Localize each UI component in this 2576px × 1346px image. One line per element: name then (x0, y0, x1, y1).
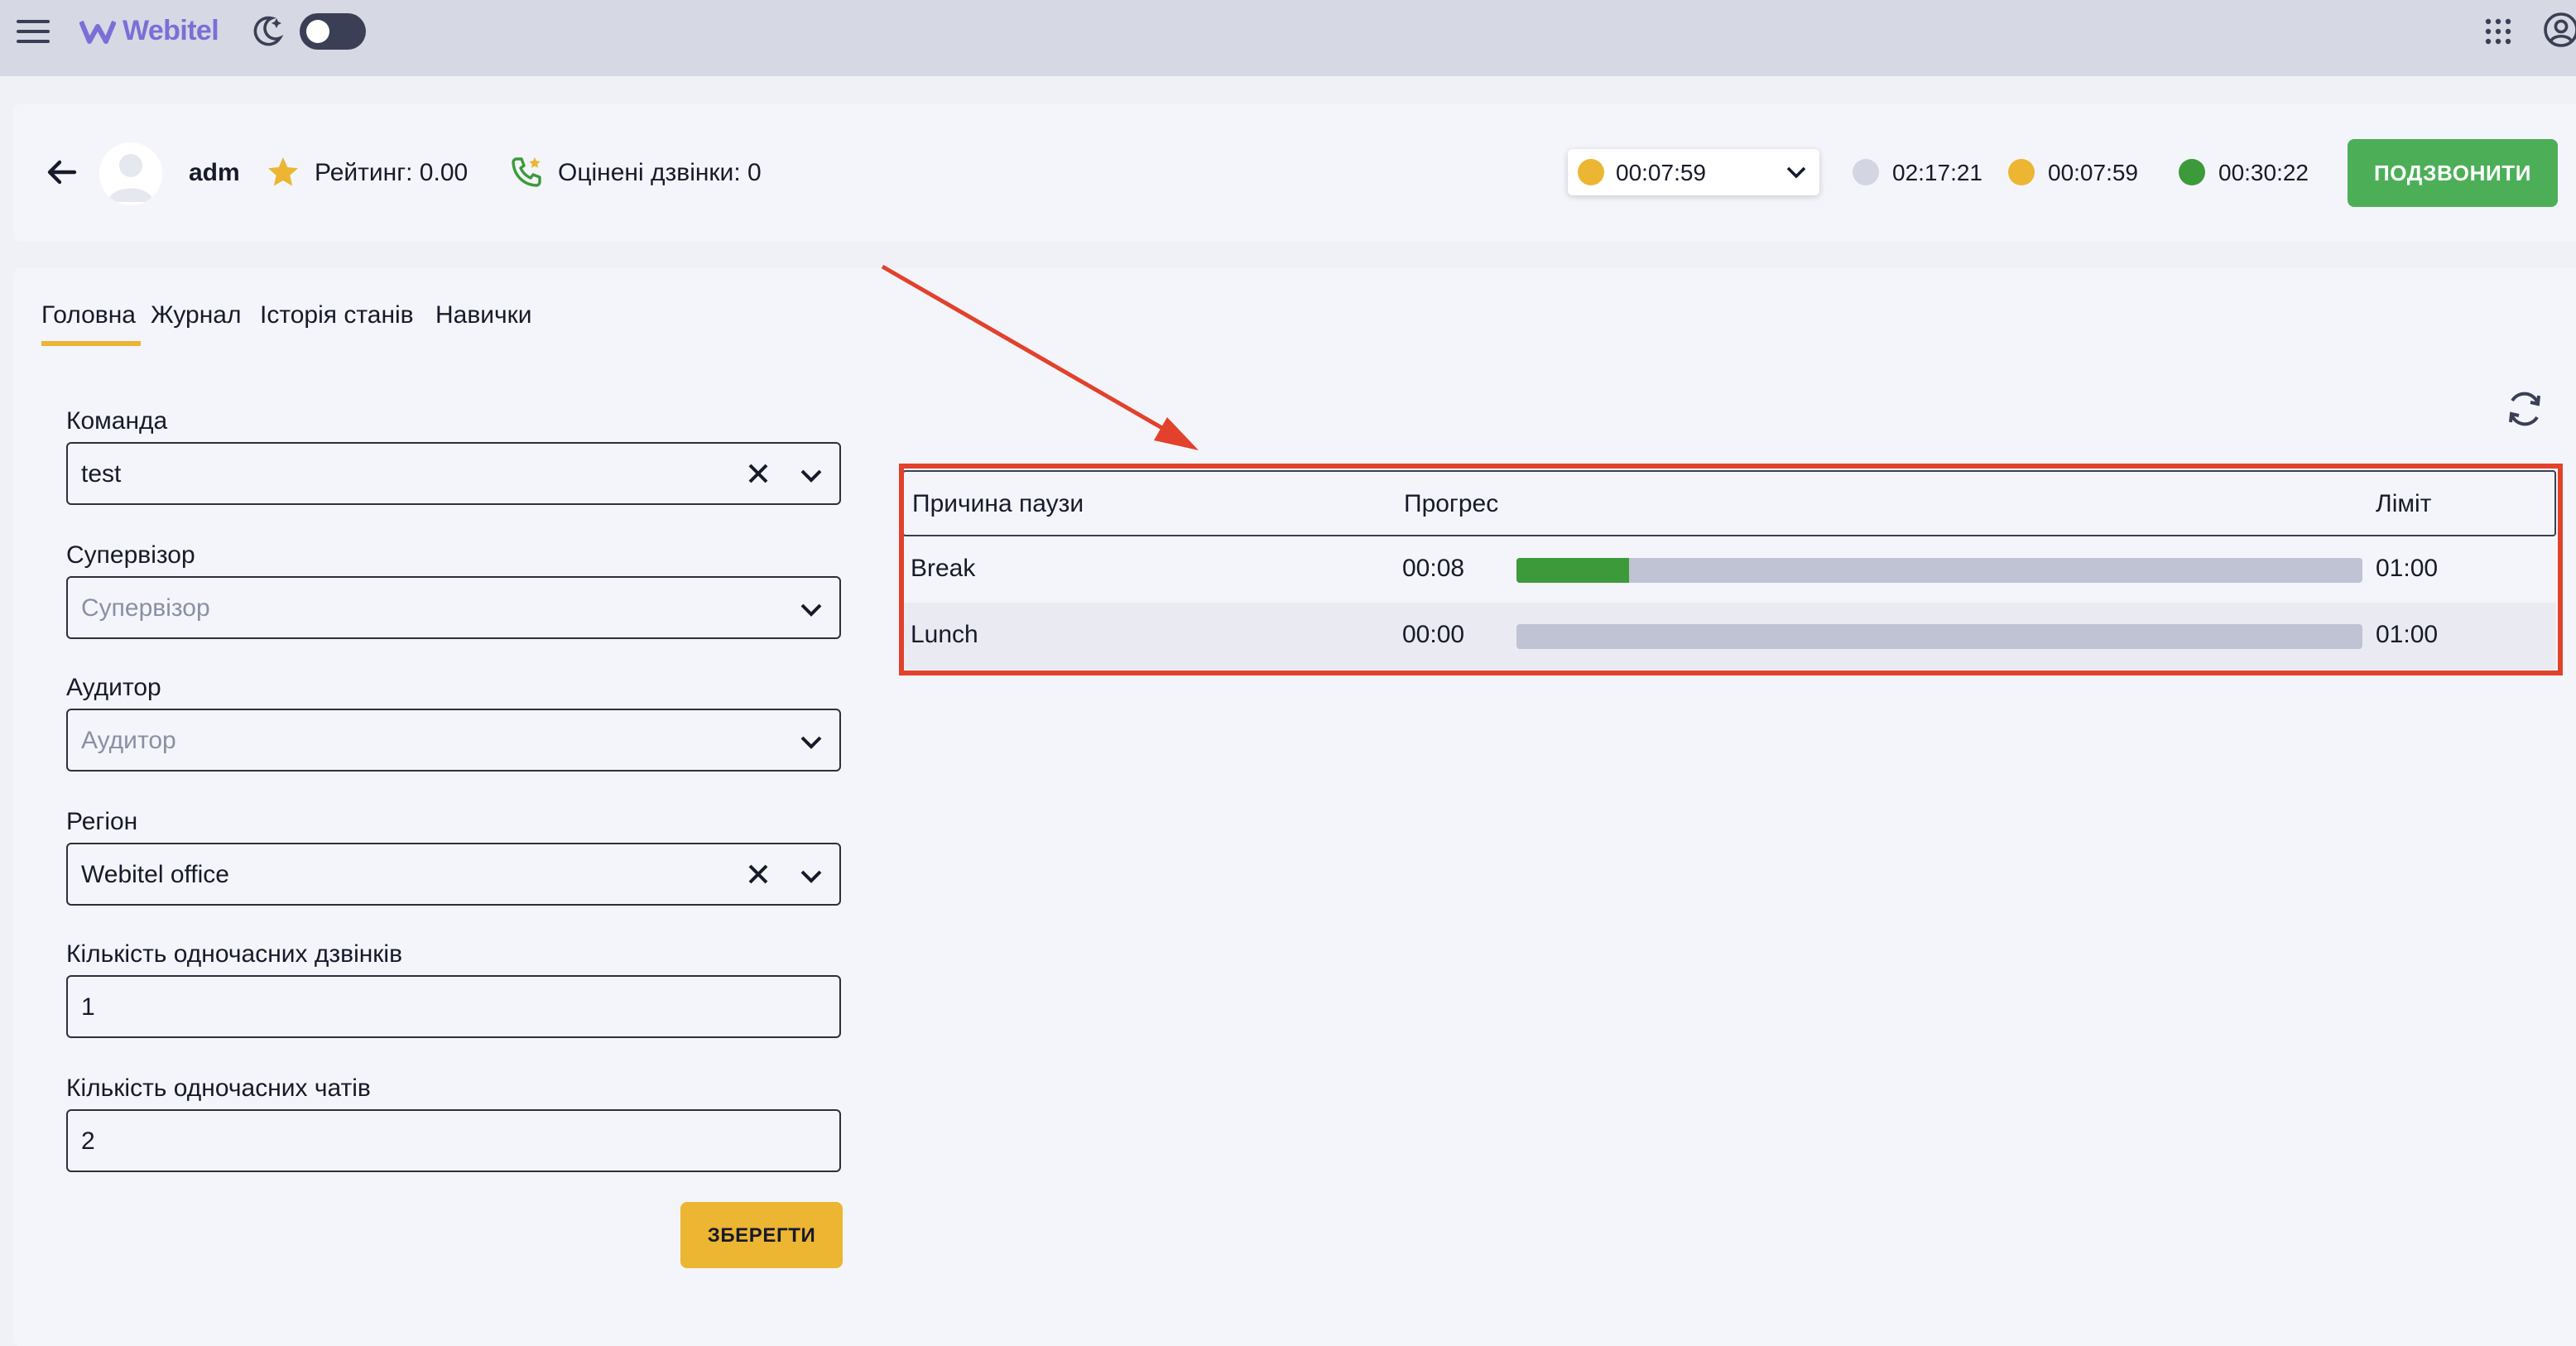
theme-toggle[interactable] (300, 13, 366, 50)
table-header: Причина паузи Прогрес Ліміт (902, 470, 2556, 536)
top-bar: Webitel (0, 0, 2576, 76)
star-icon (268, 157, 298, 186)
supervisor-select[interactable]: Супервізор (66, 576, 841, 639)
supervisor-placeholder: Супервізор (81, 594, 210, 623)
moon-icon (253, 16, 284, 46)
avatar-placeholder-icon (108, 154, 154, 202)
avatar (99, 142, 162, 205)
apps-grid-icon[interactable] (2483, 17, 2513, 46)
user-account-icon[interactable] (2543, 12, 2576, 48)
call-button[interactable]: ПОДЗВОНИТИ (2348, 139, 2558, 207)
auditor-label: Аудитор (66, 674, 161, 702)
logo-text: Webitel (123, 15, 219, 46)
team-select[interactable]: test (66, 442, 841, 505)
refresh-icon[interactable] (2503, 387, 2546, 430)
pause-reason: Lunch (911, 621, 978, 649)
status-value: 00:07:59 (1616, 159, 1706, 185)
status-select[interactable]: 00:07:59 (1568, 149, 1819, 195)
status-dot (1578, 159, 1604, 185)
pause-progress-bar (1516, 624, 2362, 649)
region-select[interactable]: Webitel office (66, 843, 841, 906)
pause-limit: 01:00 (2376, 555, 2439, 583)
chevron-down-icon[interactable] (796, 861, 826, 891)
active-tab-indicator (41, 341, 141, 346)
rating-label: Рейтинг: 0.00 (315, 159, 469, 187)
header-limit: Ліміт (2376, 490, 2432, 518)
clear-icon[interactable] (745, 460, 771, 487)
tab-skills[interactable]: Навички (435, 301, 532, 329)
clear-icon[interactable] (745, 861, 771, 887)
offline-timer: 02:17:21 (1892, 159, 1982, 185)
header-pause-reason: Причина паузи (912, 490, 1084, 518)
concurrent-calls-label: Кількість одночасних дзвінків (66, 940, 403, 969)
chevron-down-icon[interactable] (796, 727, 826, 757)
pause-status-dot (2008, 159, 2035, 185)
toggle-knob (306, 20, 329, 43)
supervisor-label: Супервізор (66, 541, 195, 570)
pause-timer: 00:07:59 (2048, 159, 2138, 185)
online-timer: 00:30:22 (2218, 159, 2309, 185)
concurrent-calls-input[interactable]: 1 (66, 975, 841, 1038)
pause-table: Причина паузи Прогрес Ліміт Break 00:08 … (902, 470, 2556, 669)
webitel-logo-icon (79, 20, 116, 44)
concurrent-calls-value: 1 (81, 993, 95, 1022)
auditor-select[interactable]: Аудитор (66, 709, 841, 772)
concurrent-chats-value: 2 (81, 1127, 95, 1156)
rated-calls-label: Оцінені дзвінки: 0 (558, 159, 762, 187)
online-status-dot (2179, 159, 2205, 185)
menu-icon[interactable] (17, 15, 50, 45)
agent-name: adm (189, 159, 240, 187)
pause-limit: 01:00 (2376, 621, 2439, 649)
rated-call-icon (512, 157, 541, 187)
logo[interactable]: Webitel (79, 13, 219, 50)
region-label: Регіон (66, 808, 138, 836)
concurrent-chats-label: Кількість одночасних чатів (66, 1074, 371, 1103)
offline-status-dot (1853, 159, 1879, 185)
region-value: Webitel office (81, 861, 229, 889)
back-arrow-icon[interactable] (43, 154, 79, 190)
chevron-down-icon[interactable] (796, 594, 826, 624)
chevron-down-icon[interactable] (796, 460, 826, 490)
pause-progress-bar (1516, 558, 2362, 583)
concurrent-chats-input[interactable]: 2 (66, 1109, 841, 1172)
team-label: Команда (66, 407, 168, 435)
main-panel (13, 268, 2576, 1346)
tab-main[interactable]: Головна (41, 301, 136, 329)
team-value: test (81, 460, 122, 488)
pause-elapsed: 00:08 (1402, 555, 1465, 583)
header-progress: Прогрес (1404, 490, 1499, 518)
pause-elapsed: 00:00 (1402, 621, 1465, 649)
auditor-placeholder: Аудитор (81, 727, 176, 755)
tab-status-history[interactable]: Історія станів (260, 301, 414, 329)
table-row: Lunch 00:00 01:00 (902, 603, 2556, 669)
save-button[interactable]: ЗБЕРЕГТИ (680, 1202, 843, 1268)
tab-journal[interactable]: Журнал (151, 301, 241, 329)
progress-fill (1516, 558, 1629, 583)
pause-reason: Break (911, 555, 976, 583)
chevron-down-icon (1786, 166, 1806, 179)
table-row: Break 00:08 01:00 (902, 536, 2556, 603)
